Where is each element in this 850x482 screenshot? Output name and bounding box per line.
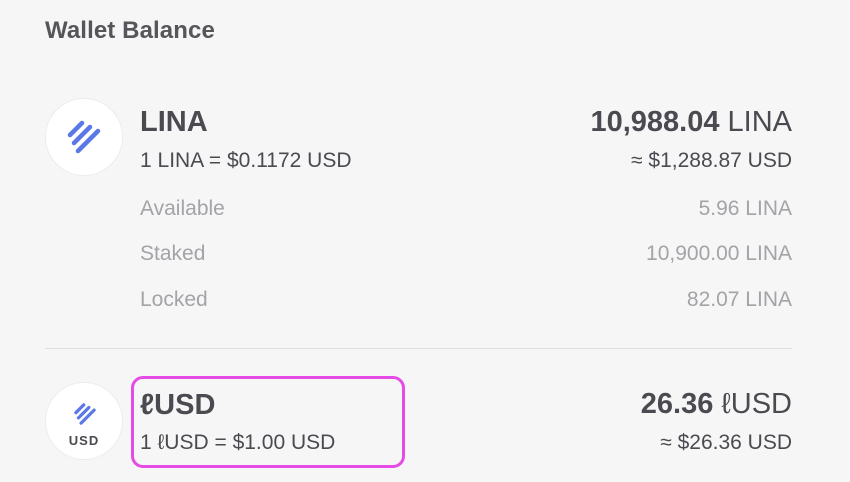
token-rate-lusd: 1 ℓUSD = $1.00 USD [140,431,336,454]
token-usd-value-lina: ≈ $1,288.87 USD [631,149,792,172]
lusd-token-logo: USD [45,382,123,460]
balance-unit: LINA [719,106,792,138]
token-name-lusd: ℓUSD [140,389,216,421]
balance-amount: 26.36 [640,388,714,420]
lusd-logo-icon [74,403,96,425]
panel-title: Wallet Balance [45,17,215,44]
token-balance-lina: 10,988.04 LINA [590,106,792,139]
locked-value: 82.07 LINA [686,288,792,311]
section-divider [45,348,792,349]
available-label: Available [140,197,225,220]
lusd-logo-label: USD [68,433,100,448]
token-balance-lusd: 26.36 ℓUSD [641,388,792,421]
lina-token-logo [45,98,123,176]
token-name-lina: LINA [140,106,208,138]
available-value: 5.96 LINA [698,197,792,220]
wallet-balance-panel: Wallet Balance LINA 1 LINA = $0.1172 USD… [0,0,850,482]
token-usd-value-lusd: ≈ $26.36 USD [660,431,792,454]
balance-amount: 10,988.04 [590,106,720,138]
staked-label: Staked [140,242,206,265]
locked-label: Locked [140,288,208,311]
token-rate-lina: 1 LINA = $0.1172 USD [140,149,352,172]
linear-logo-icon [67,120,101,154]
balance-unit: ℓUSD [713,388,792,420]
staked-value: 10,900.00 LINA [646,242,792,265]
